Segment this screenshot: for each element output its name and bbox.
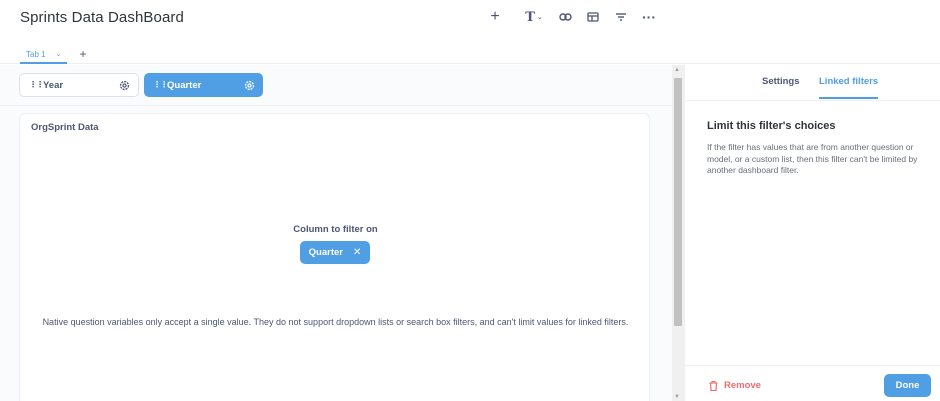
- sidebar-tabs: Settings Linked filters: [685, 64, 940, 101]
- trash-icon: [709, 380, 718, 391]
- filter-sidebar: Settings Linked filters Limit this filte…: [684, 64, 940, 401]
- card-title: OrgSprint Data: [31, 122, 99, 133]
- dashboard-body: ⋮⋮ Year ⋮⋮ Quarter OrgSprint Data Column…: [0, 65, 685, 401]
- column-value: Quarter: [308, 247, 343, 258]
- gear-icon[interactable]: [117, 78, 131, 92]
- text-icon[interactable]: T ⌄: [521, 8, 547, 26]
- card-icon[interactable]: [585, 8, 601, 26]
- filter-quarter[interactable]: ⋮⋮ Quarter: [144, 73, 263, 97]
- tab-settings[interactable]: Settings: [762, 76, 799, 87]
- dashboard-tabs: Tab 1 ⌄ +: [20, 44, 86, 64]
- drag-handle-icon[interactable]: ⋮⋮: [29, 81, 44, 89]
- ellipsis-icon[interactable]: ···: [641, 8, 657, 26]
- scrollbar[interactable]: ▲ ▼: [672, 65, 684, 401]
- chevron-down-icon: ⌄: [536, 13, 543, 21]
- dashboard-title[interactable]: Sprints Data DashBoard: [20, 9, 184, 26]
- sidebar-footer: Remove Done: [685, 365, 940, 401]
- sidebar-heading: Limit this filter's choices: [707, 120, 836, 132]
- scroll-down-arrow-icon[interactable]: ▼: [674, 394, 680, 400]
- drag-handle-icon[interactable]: ⋮⋮: [153, 81, 168, 89]
- scrollbar-thumb[interactable]: [674, 78, 682, 326]
- add-tab-button[interactable]: +: [79, 47, 86, 61]
- dashboard-toolbar: + T ⌄ ···: [485, 8, 657, 26]
- gear-icon[interactable]: [242, 78, 256, 92]
- scroll-up-arrow-icon[interactable]: ▲: [674, 67, 680, 73]
- remove-button[interactable]: Remove: [709, 380, 761, 391]
- tab-label: Tab 1: [26, 49, 46, 59]
- column-to-filter-label: Column to filter on: [293, 224, 378, 235]
- filter-label: Year: [43, 79, 64, 91]
- filter-bar: ⋮⋮ Year ⋮⋮ Quarter: [0, 65, 672, 106]
- close-icon[interactable]: ✕: [353, 247, 361, 258]
- link-icon[interactable]: [557, 8, 573, 26]
- done-button[interactable]: Done: [884, 374, 931, 397]
- filter-icon[interactable]: [613, 8, 629, 26]
- remove-label: Remove: [724, 380, 761, 391]
- dashboard-header: Sprints Data DashBoard + T ⌄ ··· Tab 1 ⌄ …: [0, 0, 940, 64]
- column-selector[interactable]: Quarter ✕: [300, 241, 370, 264]
- native-question-note: Native question variables only accept a …: [42, 317, 629, 327]
- sidebar-description: If the filter has values that are from a…: [707, 142, 918, 175]
- filter-label: Quarter: [167, 79, 202, 91]
- tab-1[interactable]: Tab 1 ⌄: [20, 44, 68, 64]
- text-glyph: T: [525, 9, 535, 25]
- tab-linked-filters[interactable]: Linked filters: [819, 76, 879, 99]
- chevron-down-icon[interactable]: ⌄: [56, 50, 62, 58]
- filter-year[interactable]: ⋮⋮ Year: [19, 73, 139, 97]
- plus-icon[interactable]: +: [485, 8, 505, 26]
- question-card: OrgSprint Data Column to filter on Quart…: [19, 113, 650, 401]
